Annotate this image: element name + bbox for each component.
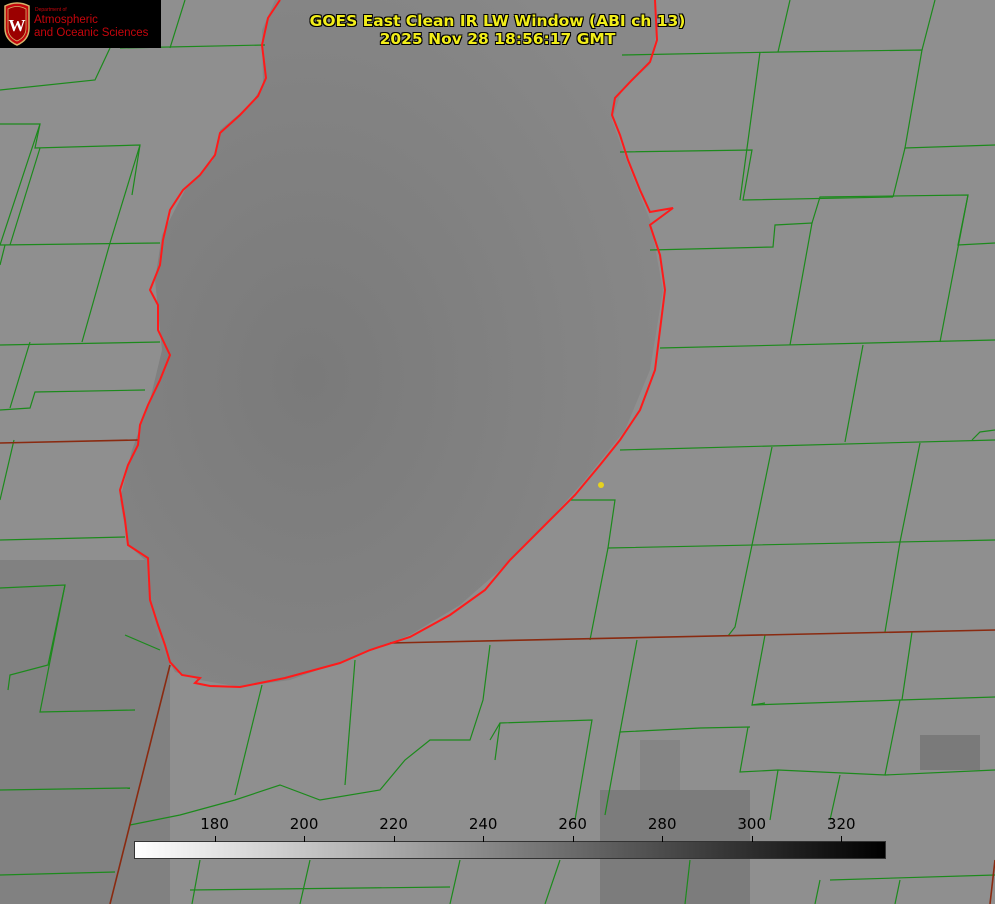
colorbar-tick <box>841 836 843 842</box>
colorbar-tick-label: 320 <box>826 815 856 833</box>
image-title: GOES East Clean IR LW Window (ABI ch 13) <box>309 12 686 30</box>
colorbar-tick-label: 280 <box>647 815 677 833</box>
colorbar-tick <box>662 836 664 842</box>
colorbar-tick-label: 220 <box>379 815 408 833</box>
logo-line1-text: Atmospheric <box>34 14 98 26</box>
colorbar-tick <box>393 836 395 842</box>
colorbar-tick <box>483 836 485 842</box>
colorbar-tick-label: 300 <box>737 815 767 833</box>
land-patch <box>640 740 680 790</box>
logo: W Department of Atmospheric and Oceanic … <box>0 0 161 48</box>
colorbar-tick-label: 200 <box>289 815 319 833</box>
colorbar-tick <box>572 836 574 842</box>
location-marker <box>598 482 604 488</box>
seal-letter: W <box>9 16 26 35</box>
logo-line2-text: and Oceanic Sciences <box>34 27 149 39</box>
image-timestamp: 2025 Nov 28 18:56:17 GMT <box>379 30 616 48</box>
colorbar-tick <box>214 836 216 842</box>
colorbar-tick-label: 180 <box>200 815 229 833</box>
uw-seal-icon: W <box>4 2 30 46</box>
colorbar-tick <box>751 836 753 842</box>
colorbar-tick <box>304 836 306 842</box>
satellite-map <box>0 0 995 904</box>
colorbar <box>134 841 886 859</box>
logo-dept-text: Department of <box>35 7 67 13</box>
colorbar-tick-label: 260 <box>558 815 587 833</box>
colorbar-tick-label: 240 <box>468 815 498 833</box>
land-patch <box>920 735 980 770</box>
